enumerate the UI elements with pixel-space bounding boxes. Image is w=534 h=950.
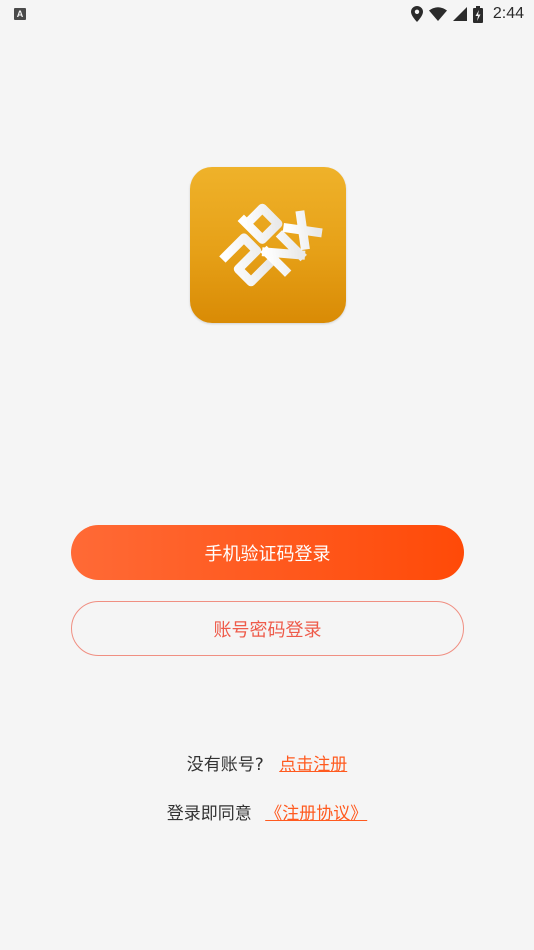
logo-mark-icon xyxy=(219,203,323,287)
agreement-row: 登录即同意 《注册协议》 xyxy=(0,799,534,824)
notification-icon: A xyxy=(14,8,26,20)
app-logo xyxy=(190,167,346,323)
register-row: 没有账号? 点击注册 xyxy=(0,750,534,775)
status-bar: A 2:44 xyxy=(0,0,534,28)
clock: 2:44 xyxy=(492,5,524,22)
location-icon xyxy=(410,6,423,22)
status-icons: 2:44 xyxy=(410,5,524,23)
agreement-link[interactable]: 《注册协议》 xyxy=(265,804,367,824)
password-login-button[interactable]: 账号密码登录 xyxy=(71,601,464,656)
battery-charging-icon xyxy=(472,5,483,23)
wifi-icon xyxy=(428,7,447,21)
agreement-prompt: 登录即同意 xyxy=(166,804,252,824)
signal-icon xyxy=(452,7,467,21)
register-link[interactable]: 点击注册 xyxy=(279,755,347,775)
sms-code-login-button[interactable]: 手机验证码登录 xyxy=(71,525,464,580)
register-prompt: 没有账号? xyxy=(186,755,264,775)
login-screen: A 2:44 手机验证码登录 账号密码登录 没有账号? 点击注册 登录即同意 《… xyxy=(0,0,534,950)
